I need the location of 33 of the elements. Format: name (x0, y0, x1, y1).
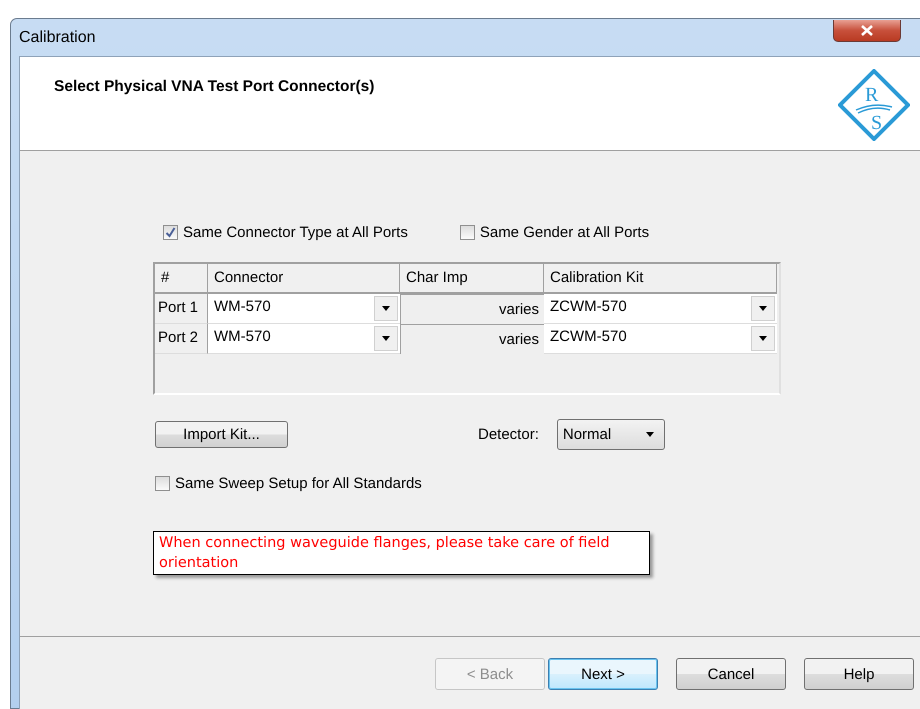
checkbox[interactable] (460, 225, 475, 240)
dialog-button[interactable]: Next > (548, 658, 658, 690)
checkbox-label: Same Sweep Setup for All Standards (175, 475, 422, 492)
dialog-button[interactable]: Cancel (676, 658, 786, 690)
checkbox-label: Same Gender at All Ports (480, 224, 650, 241)
caret-icon (759, 336, 767, 341)
page-heading: Select Physical VNA Test Port Connector(s) (54, 78, 374, 97)
import-kit-button[interactable]: Import Kit... (155, 421, 288, 448)
row-header: Port 1 (155, 294, 208, 324)
detector-label: Detector: (478, 426, 539, 443)
logo-icon: R S (838, 69, 910, 141)
caret-icon (646, 432, 654, 437)
caret-icon (382, 306, 390, 311)
checkbox-label: Same Connector Type at All Ports (183, 224, 408, 241)
connector-dropdown[interactable]: WM-570 (208, 294, 400, 324)
column-header: # (155, 264, 208, 294)
window-title: Calibration (19, 28, 96, 46)
connector-dropdown[interactable]: WM-570 (208, 324, 400, 354)
calibration-kit-dropdown[interactable]: ZCWM-570 (544, 294, 777, 324)
caret-icon (382, 336, 390, 341)
caret-icon (759, 306, 767, 311)
column-header: Char Imp (400, 264, 544, 294)
column-header: Connector (208, 264, 400, 294)
warning-message: When connecting waveguide flanges, please take care of field orientation (153, 531, 650, 575)
checkbox[interactable] (155, 476, 170, 491)
close-button[interactable] (833, 20, 901, 42)
calibration-kit-dropdown[interactable]: ZCWM-570 (544, 324, 777, 354)
checkbox[interactable] (163, 225, 178, 240)
column-header: Calibration Kit (544, 264, 777, 294)
dialog-button[interactable]: Help (804, 658, 914, 690)
row-header: Port 2 (155, 324, 208, 354)
close-icon (861, 24, 873, 36)
detector-dropdown[interactable]: Normal (556, 419, 665, 450)
